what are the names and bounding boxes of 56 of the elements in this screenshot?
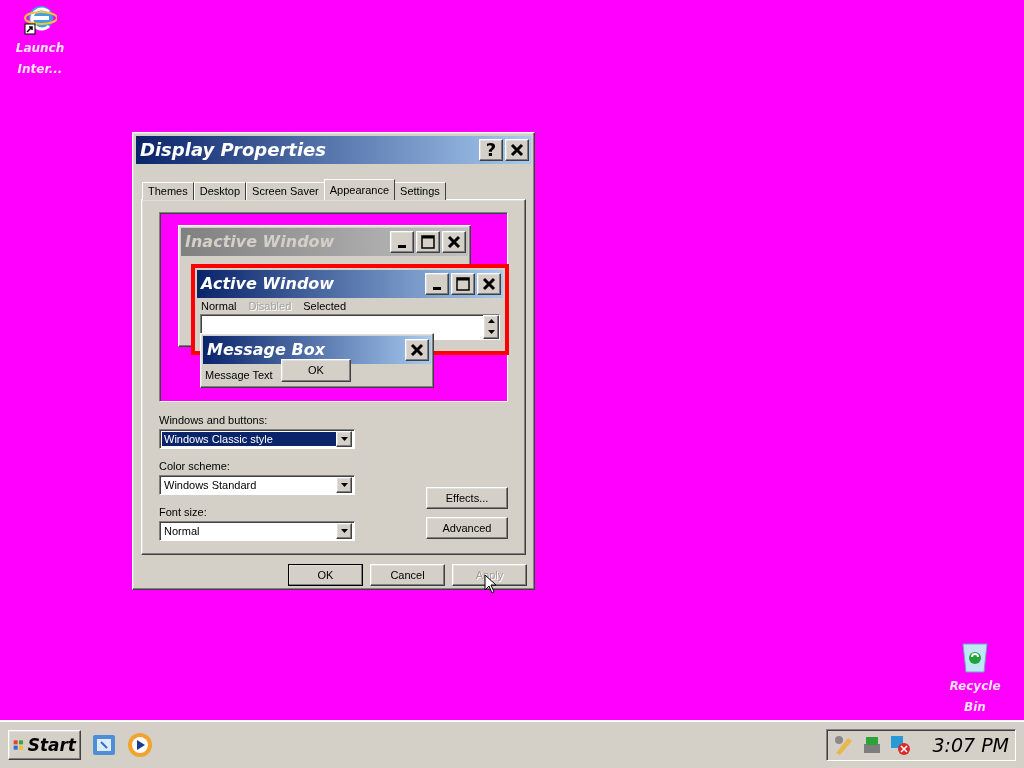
preview-title: Active Window <box>201 274 336 294</box>
tab[interactable]: Screen Saver <box>246 181 325 200</box>
close-icon <box>482 276 496 291</box>
maximize-button[interactable] <box>451 272 475 295</box>
close-button[interactable] <box>442 230 466 253</box>
dropdown-value: Windows Standard <box>163 477 258 492</box>
dropdown-button[interactable] <box>336 522 352 539</box>
close-icon <box>510 142 524 157</box>
dropdown-field[interactable]: Windows Classic style <box>159 428 355 449</box>
option-button[interactable]: Effects... <box>426 486 508 509</box>
maximize-icon <box>456 276 470 291</box>
tray-error-icon[interactable] <box>889 734 911 756</box>
down-arrow-icon <box>340 482 348 487</box>
field-label: Color scheme: <box>159 459 231 472</box>
dropdown-value: Normal <box>163 523 201 538</box>
clock[interactable]: 3:07 PM <box>932 734 1009 756</box>
up-arrow-icon <box>487 319 495 324</box>
close-button[interactable] <box>405 338 429 361</box>
tab[interactable]: Themes <box>142 181 194 200</box>
down-arrow-icon <box>340 436 348 441</box>
close-icon <box>410 342 424 357</box>
minimize-button[interactable] <box>390 230 414 253</box>
windows-flag-icon <box>13 737 24 753</box>
start-button[interactable]: Start <box>8 730 81 760</box>
help-button[interactable]: ? <box>479 138 503 161</box>
show-desktop-icon[interactable] <box>91 732 117 758</box>
dropdown-field[interactable]: Normal <box>159 520 355 541</box>
dialog-button[interactable]: OK <box>288 564 363 586</box>
dropdown-value: Windows Classic style <box>162 431 336 446</box>
down-arrow-icon <box>487 330 495 335</box>
dropdown-field[interactable]: Windows Standard <box>159 474 355 495</box>
maximize-icon <box>421 234 435 249</box>
minimize-icon <box>398 245 406 249</box>
tab[interactable]: Appearance <box>323 178 396 200</box>
tray-network-icon[interactable] <box>861 734 883 756</box>
dropdown-button[interactable] <box>336 430 352 447</box>
field-label: Windows and buttons: <box>159 413 269 426</box>
tab[interactable]: Desktop <box>193 181 247 200</box>
field-label: Font size: <box>159 505 208 518</box>
down-arrow-icon <box>340 528 348 533</box>
preview-title: Inactive Window <box>185 232 336 252</box>
close-icon <box>447 234 461 249</box>
minimize-icon <box>433 287 441 291</box>
ok-button[interactable]: OK <box>281 358 351 382</box>
minimize-button[interactable] <box>425 272 449 295</box>
maximize-button[interactable] <box>416 230 440 253</box>
close-button[interactable] <box>477 272 501 295</box>
tab[interactable]: Settings <box>394 181 446 200</box>
media-player-icon[interactable] <box>127 732 153 758</box>
option-button[interactable]: Advanced <box>426 516 508 539</box>
dropdown-button[interactable] <box>336 476 352 493</box>
preview-title: Message Box <box>207 340 326 360</box>
close-button[interactable] <box>505 138 529 161</box>
dialog-button[interactable]: Cancel <box>370 564 445 586</box>
window-title: Display Properties <box>140 139 328 161</box>
message-text: Message Text <box>205 368 273 381</box>
